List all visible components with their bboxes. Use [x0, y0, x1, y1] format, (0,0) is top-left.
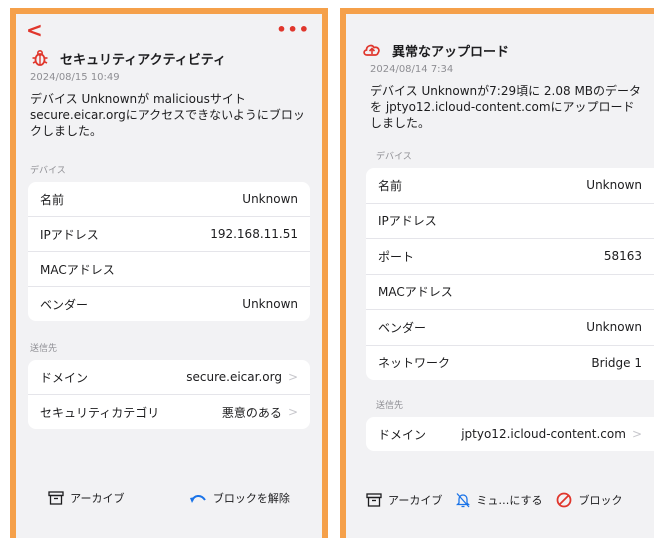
block-button[interactable]: ブロック [556, 492, 622, 508]
device-card: 名前 Unknown IPアドレス ポート 58163 MACアドレス ベンダー… [366, 168, 654, 380]
row-value: 悪意のある [221, 405, 282, 420]
nav-bar: < ••• [16, 14, 322, 46]
archive-label: アーカイブ [388, 494, 443, 507]
bug-icon [30, 48, 50, 68]
archive-label: アーカイブ [70, 492, 125, 505]
title-row: セキュリティアクティビティ [16, 46, 322, 70]
archive-button[interactable]: アーカイブ [48, 490, 125, 506]
destination-card: ドメイン jptyo12.icloud-content.com > [366, 417, 654, 451]
cloud-upload-icon [362, 40, 382, 60]
bell-slash-icon [456, 493, 471, 508]
chevron-right-icon: > [287, 405, 298, 419]
device-card: 名前 Unknown IPアドレス 192.168.11.51 MACアドレス … [28, 182, 310, 321]
row-value: Unknown [586, 178, 642, 193]
chevron-right-icon: > [631, 427, 642, 441]
archive-icon [366, 493, 382, 507]
row-value: secure.eicar.org [186, 370, 282, 384]
row-label: 名前 [378, 178, 403, 193]
row-label: ベンダー [40, 297, 89, 312]
bottom-toolbar: アーカイブ ミュ…にする ブロック [346, 476, 654, 524]
device-name-row: 名前 Unknown [28, 182, 310, 217]
row-value: jptyo12.icloud-content.com [461, 427, 626, 441]
row-label: IPアドレス [378, 214, 437, 229]
abnormal-upload-screen: 異常なアップロード 2024/08/14 7:34 デバイス Unknownが7… [340, 8, 654, 538]
device-section-label: デバイス [30, 166, 66, 176]
device-network-row: ネットワーク Bridge 1 [366, 346, 654, 381]
chevron-right-icon: > [287, 370, 298, 384]
row-label: 名前 [40, 192, 65, 207]
row-label: ドメイン [378, 427, 427, 442]
title-row: 異常なアップロード [346, 38, 654, 62]
bottom-toolbar: アーカイブ ブロックを解除 [16, 474, 322, 522]
more-options-button[interactable]: ••• [276, 20, 310, 39]
row-label: ポート [378, 249, 415, 264]
back-button[interactable]: < [26, 20, 43, 40]
device-mac-row: MACアドレス [366, 275, 654, 310]
event-description: デバイス Unknownが7:29頃に 2.08 MBのデータを jptyo12… [370, 84, 642, 130]
unblock-button[interactable]: ブロックを解除 [189, 490, 290, 506]
page-title: 異常なアップロード [392, 44, 510, 60]
unblock-label: ブロックを解除 [212, 492, 290, 505]
device-ip-row: IPアドレス 192.168.11.51 [28, 217, 310, 252]
row-label: ベンダー [378, 320, 427, 335]
row-label: ネットワーク [378, 356, 451, 371]
device-port-row: ポート 58163 [366, 239, 654, 275]
row-value: Unknown [242, 297, 298, 311]
mute-label: ミュ…にする [476, 494, 543, 507]
domain-row[interactable]: ドメイン secure.eicar.org > [28, 360, 310, 395]
device-vendor-row: ベンダー Unknown [28, 287, 310, 321]
device-ip-row: IPアドレス [366, 204, 654, 239]
row-value: Unknown [242, 192, 298, 206]
page-title: セキュリティアクティビティ [60, 52, 227, 68]
row-label: セキュリティカテゴリ [40, 405, 160, 420]
device-section-label: デバイス [376, 152, 412, 162]
row-value: Unknown [586, 320, 642, 335]
row-value: 58163 [603, 249, 642, 264]
domain-row[interactable]: ドメイン jptyo12.icloud-content.com > [366, 417, 654, 451]
destination-section-label: 送信先 [30, 344, 58, 354]
mute-button[interactable]: ミュ…にする [456, 492, 542, 508]
security-category-row[interactable]: セキュリティカテゴリ 悪意のある > [28, 395, 310, 429]
row-label: ドメイン [40, 370, 89, 385]
row-label: MACアドレス [40, 262, 115, 277]
row-label: IPアドレス [40, 227, 99, 242]
event-description: デバイス Unknownが maliciousサイト secure.eicar.… [30, 92, 305, 138]
timestamp: 2024/08/14 7:34 [370, 64, 454, 75]
prohibited-icon [557, 492, 572, 508]
timestamp: 2024/08/15 10:49 [30, 72, 120, 83]
block-label: ブロック [578, 494, 623, 507]
row-value: 192.168.11.51 [210, 227, 298, 241]
undo-icon [189, 495, 206, 503]
security-activity-screen: < ••• セキュリティアクティビティ 2024/08/15 10:49 デバイ… [10, 8, 328, 538]
device-mac-row: MACアドレス [28, 252, 310, 287]
archive-icon [48, 491, 64, 505]
row-label: MACアドレス [378, 285, 453, 300]
row-value: Bridge 1 [591, 355, 642, 370]
destination-section-label: 送信先 [376, 401, 404, 411]
destination-card: ドメイン secure.eicar.org > セキュリティカテゴリ 悪意のある > [28, 360, 310, 429]
device-name-row: 名前 Unknown [366, 168, 654, 204]
device-vendor-row: ベンダー Unknown [366, 310, 654, 346]
archive-button[interactable]: アーカイブ [366, 492, 442, 508]
